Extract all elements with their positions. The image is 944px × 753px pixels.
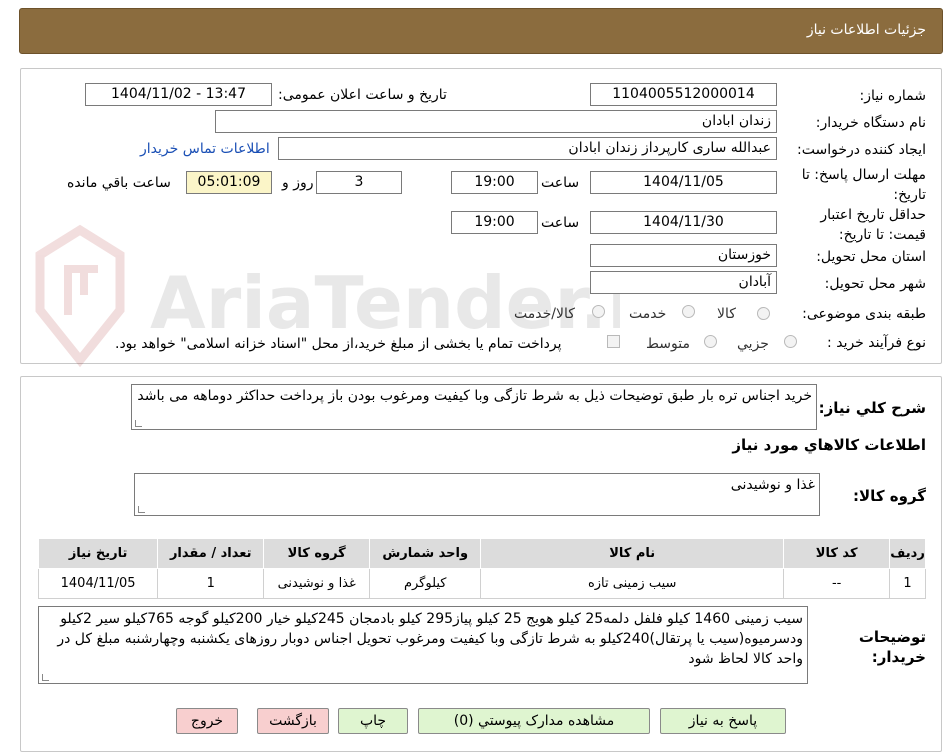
process-medium-radio[interactable]	[704, 335, 717, 348]
process-label: نوع فرآیند خرید :	[827, 335, 926, 351]
deadline-label: مهلت ارسال پاسخ: تا تاریخ:	[801, 167, 926, 203]
creator-field: عبدالله ساری کارپرداز زندان ابادان	[278, 137, 777, 160]
treasury-payment-checkbox[interactable]	[607, 335, 620, 348]
notes-label: توضیحات خریدار:	[858, 628, 926, 666]
validity-date-field: 1404/11/30	[590, 211, 777, 234]
items-table: ردیف کد کالا نام کالا واحد شمارش گروه کا…	[37, 538, 926, 599]
page-title: جزئیات اطلاعات نیاز	[806, 22, 926, 38]
group-text: غذا و نوشیدنی	[730, 477, 815, 493]
notes-textarea[interactable]: سیب زمینی 1460 کیلو فلفل دلمه25 کیلو هوی…	[38, 606, 808, 684]
province-label: استان محل تحویل:	[816, 249, 926, 265]
summary-text: خرید اجناس تره بار طبق توضیحات ذیل به شر…	[137, 388, 812, 404]
category-both-radio[interactable]	[592, 305, 605, 318]
cell-item-code: --	[783, 568, 891, 599]
city-label: شهر محل تحویل:	[824, 276, 926, 292]
city-field: آبادان	[590, 271, 777, 294]
payment-note: پرداخت تمام یا بخشی از مبلغ خرید،از محل …	[115, 336, 562, 352]
buyer-label: نام دستگاه خریدار:	[815, 115, 926, 131]
group-textarea[interactable]: غذا و نوشیدنی	[134, 473, 820, 516]
cell-unit: کیلوگرم	[369, 568, 482, 599]
summary-textarea[interactable]: خرید اجناس تره بار طبق توضیحات ذیل به شر…	[131, 384, 817, 430]
attachments-button[interactable]: مشاهده مدارک پیوستي (0)	[418, 708, 650, 734]
exit-button[interactable]: خروج	[176, 708, 238, 734]
col-need-date: تاریخ نیاز	[37, 538, 159, 569]
resize-grip-icon[interactable]	[42, 674, 49, 681]
items-heading: اطلاعات کالاهاي مورد نياز	[732, 436, 926, 454]
col-item-code: کد کالا	[783, 538, 891, 569]
col-quantity: تعداد / مقدار	[157, 538, 265, 569]
category-goods-radio[interactable]	[757, 307, 770, 320]
col-unit: واحد شمارش	[369, 538, 482, 569]
creator-label: ایجاد کننده درخواست:	[797, 142, 926, 158]
category-label: طبقه بندی موضوعی:	[802, 306, 926, 322]
cell-quantity: 1	[157, 568, 265, 599]
announce-label: تاریخ و ساعت اعلان عمومی:	[278, 87, 447, 103]
group-label: گروه کالا:	[853, 487, 926, 505]
notes-text: سیب زمینی 1460 کیلو فلفل دلمه25 کیلو هوی…	[57, 611, 803, 667]
process-minor-radio[interactable]	[784, 335, 797, 348]
remaining-timer: 05:01:09	[186, 171, 272, 194]
validity-label: حداقل تاریخ اعتبار قیمت: تا تاریخ:	[820, 207, 926, 243]
col-item-name: نام کالا	[480, 538, 785, 569]
resize-grip-icon[interactable]	[138, 506, 145, 513]
table-row: 1 -- سیب زمینی تازه کیلوگرم غذا و نوشیدن…	[37, 568, 926, 599]
days-label: روز و	[282, 175, 314, 191]
reply-button[interactable]: پاسخ به نیاز	[660, 708, 786, 734]
cell-item-name: سیب زمینی تازه	[480, 568, 785, 599]
category-goods-label: کالا	[717, 306, 736, 322]
validity-time-label: ساعت	[541, 215, 580, 231]
need-number-label: شماره نیاز:	[859, 88, 927, 104]
contact-link[interactable]: اطلاعات تماس خریدار	[140, 141, 270, 157]
remaining-label: ساعت باقي مانده	[67, 175, 171, 191]
process-minor-label: جزیي	[737, 336, 769, 352]
process-medium-label: متوسط	[646, 336, 690, 352]
print-button[interactable]: چاپ	[338, 708, 408, 734]
back-button[interactable]: بازگشت	[257, 708, 329, 734]
announce-field: 1404/11/02 - 13:47	[85, 83, 272, 106]
category-both-label: کالا/خدمت	[514, 306, 575, 322]
buyer-field: زندان ابادان	[215, 110, 777, 133]
resize-grip-icon[interactable]	[135, 420, 142, 427]
deadline-date-field: 1404/11/05	[590, 171, 777, 194]
summary-label: شرح کلي نياز:	[818, 399, 926, 417]
category-service-radio[interactable]	[682, 305, 695, 318]
category-service-label: خدمت	[629, 306, 667, 322]
cell-row-number: 1	[889, 568, 926, 599]
deadline-time-label: ساعت	[541, 175, 580, 191]
header-bar: جزئیات اطلاعات نیاز	[19, 8, 943, 54]
cell-need-date: 1404/11/05	[37, 568, 159, 599]
col-row-number: ردیف	[889, 538, 926, 569]
cell-group: غذا و نوشیدنی	[263, 568, 371, 599]
validity-time-field: 19:00	[451, 211, 538, 234]
need-number-field: 1104005512000014	[590, 83, 777, 106]
col-group: گروه کالا	[263, 538, 371, 569]
province-field: خوزستان	[590, 244, 777, 267]
days-field: 3	[316, 171, 402, 194]
table-header-row: ردیف کد کالا نام کالا واحد شمارش گروه کا…	[37, 538, 926, 569]
deadline-time-field: 19:00	[451, 171, 538, 194]
